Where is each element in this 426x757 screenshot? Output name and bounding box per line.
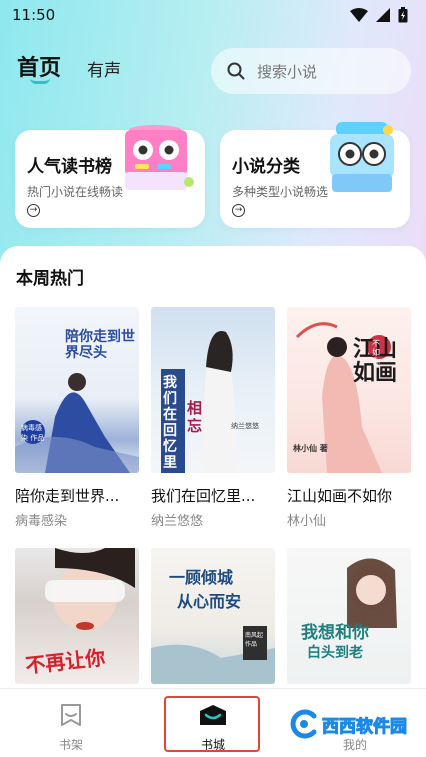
active-tab-highlight (164, 696, 260, 752)
book-item[interactable]: 陪你走到世界尽头 病毒感染 作品 陪你走到世界... 病毒感染 (15, 307, 139, 529)
search-placeholder: 搜索小说 (257, 62, 318, 81)
cover-subtitle: 从心而安 (177, 592, 242, 611)
nav-bookshelf[interactable]: 书架 (21, 689, 121, 757)
cover-author: 纳兰悠悠 (231, 422, 259, 430)
book-title: 陪你走到世界... (15, 487, 120, 505)
cover-title: 我们在回忆里 (163, 375, 177, 471)
book-item[interactable]: 我们在回忆里 相忘 纳兰悠悠 我们在回忆里... 纳兰悠悠 (151, 307, 275, 529)
search-bar[interactable]: 搜索小说 (211, 48, 411, 94)
card-popular-ranking[interactable]: 人气读书榜 热门小说在线畅读 → (15, 125, 205, 228)
arrow-right-icon: → (27, 204, 40, 217)
tab-audio[interactable]: 有声 (87, 56, 121, 81)
status-time: 11:50 (12, 6, 56, 24)
bookshelf-icon (61, 704, 81, 726)
search-icon (227, 62, 245, 80)
book-cover: 陪你走到世界尽头 病毒感染 作品 (15, 307, 139, 473)
book-author: 病毒感染 (15, 514, 68, 529)
book-item[interactable]: 一顾倾城 从心而安 南风起 作品 (151, 548, 275, 684)
signal-icon (376, 8, 390, 22)
book-author: 纳兰悠悠 (151, 514, 204, 529)
pink-robot-icon (125, 125, 194, 190)
cover-subtitle: 白头到老 (307, 645, 363, 661)
book-cover: 不再让你 (15, 548, 139, 684)
status-icons (350, 7, 408, 23)
cover-badge: 不如你 (372, 339, 380, 366)
book-cover: 江山如画 不如你 林小仙 著 (287, 307, 411, 473)
wifi-icon (350, 8, 368, 22)
book-cover: 一顾倾城 从心而安 南风起 作品 (151, 548, 275, 684)
top-header: 首页 有声 搜索小说 (0, 44, 426, 94)
weekly-hot-section: 本周热门 陪你走到世界尽头 病毒感染 作品 陪你走到世界... 病毒感染 我们在… (0, 246, 426, 696)
cover-badge: 病毒感染 作品 (21, 424, 45, 442)
book-item[interactable]: 我想和你 白头到老 (287, 548, 411, 684)
book-author: 林小仙 (287, 514, 327, 529)
card-novel-category[interactable]: 小说分类 多种类型小说畅选 → (220, 122, 410, 228)
cover-title: 陪你走到世界尽头 (65, 329, 135, 361)
book-cover: 我们在回忆里 相忘 纳兰悠悠 (151, 307, 275, 473)
cover-title: 一顾倾城 (169, 568, 234, 587)
book-item[interactable]: 江山如画 不如你 林小仙 著 江山如画不如你 林小仙 (287, 307, 411, 529)
book-title: 江山如画不如你 (287, 487, 393, 505)
cover-author: 林小仙 著 (293, 443, 328, 453)
section-title: 本周热门 (16, 269, 84, 289)
book-cover: 我想和你 白头到老 (287, 548, 411, 684)
watermark: 西西软件园 (288, 708, 408, 740)
book-title: 我们在回忆里... (151, 487, 256, 505)
book-item[interactable]: 不再让你 (15, 548, 139, 684)
cover-title: 我想和你 (301, 623, 369, 643)
feature-cards: 人气读书榜 热门小说在线畅读 → 小说分类 多种类型小说畅选 → (0, 122, 426, 228)
arrow-right-icon: → (232, 204, 245, 217)
cover-art (347, 558, 397, 628)
blue-robot-icon (330, 122, 394, 192)
watermark-logo-icon (290, 709, 317, 739)
battery-icon (398, 7, 408, 23)
status-bar: 11:50 (0, 0, 426, 30)
cover-subtitle: 相忘 (187, 399, 203, 435)
cover-author: 南风起 作品 (245, 632, 264, 648)
nav-label: 书架 (58, 738, 83, 752)
watermark-text: 西西软件园 (322, 716, 408, 737)
tab-home-indicator (30, 78, 50, 84)
